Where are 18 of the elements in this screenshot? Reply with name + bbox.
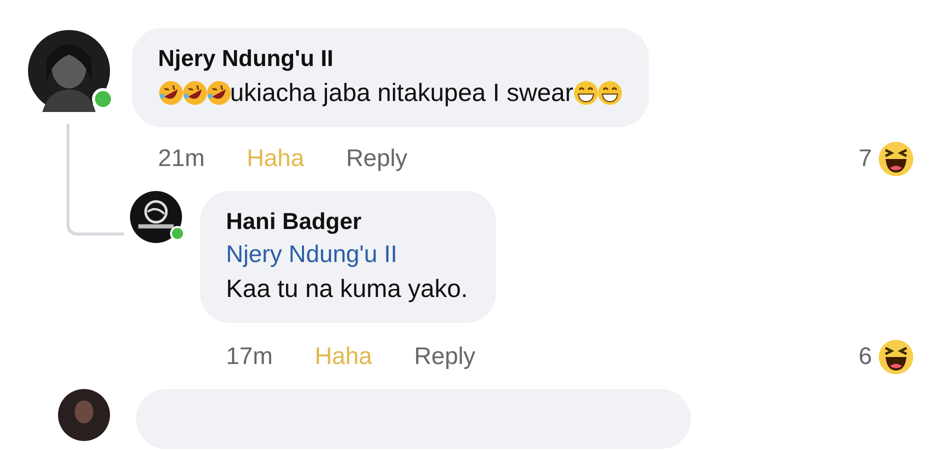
laughing-face-icon [878,141,914,177]
rolling-laughing-face-icon [206,80,232,106]
reaction-count: 7 [858,145,872,173]
author-name[interactable]: Hani Badger [226,205,468,238]
rolling-laughing-face-icon [158,80,184,106]
reaction-count: 6 [858,343,872,371]
author-name[interactable]: Njery Ndung'u II [158,42,622,75]
mention-link[interactable]: Njery Ndung'u II [226,238,468,271]
reply-link[interactable]: Reply [414,343,476,371]
laughing-face-icon [878,339,914,375]
reply-link[interactable]: Reply [346,145,408,173]
comment-text: Kaa tu na kuma yako. [226,274,468,305]
grinning-face-icon [573,80,600,106]
rolling-laughing-face-icon [182,80,208,106]
grinning-face-icon [597,80,624,106]
timestamp: 21m [158,145,205,173]
comment-text: ukiacha jaba nitakupea I swear [230,78,574,109]
timestamp: 17m [226,343,273,371]
